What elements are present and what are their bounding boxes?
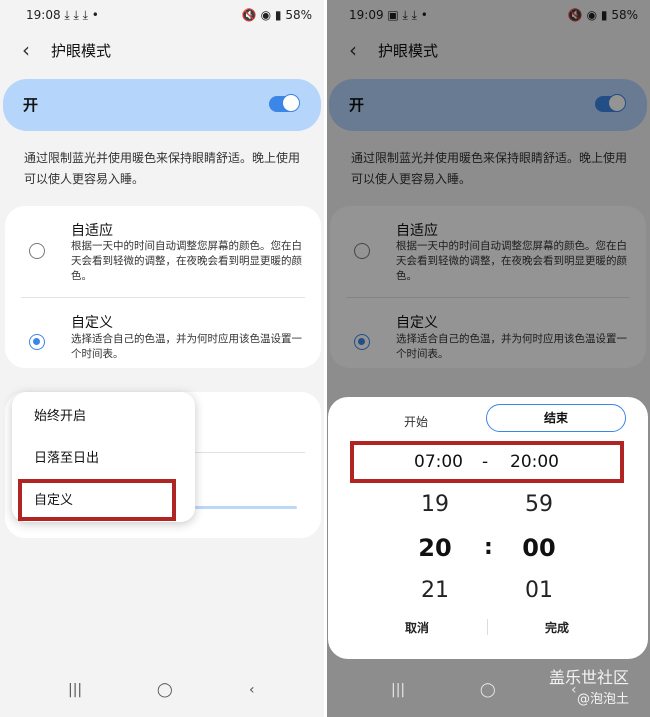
option-custom[interactable]: 自定义 选择适合自己的色温，并为何时应用该色温设置一个时间表。 [5, 298, 321, 368]
navigation-bar: ||| ◯ ‹ [0, 682, 324, 702]
minute-wheel-next[interactable]: 01 [509, 578, 569, 603]
status-bar: 19:08 ⤓ ⤓ ⤓ • 🔇 ◉ ▮ 58% [0, 8, 324, 28]
right-screen: 19:09 ▣ ⤓ ⤓ • 🔇 ◉ ▮ 58% ‹ 护眼模式 开 通过限制蓝光并… [327, 0, 650, 717]
toggle-label: 开 [23, 96, 39, 114]
watermark-author: @泡泡土 [577, 692, 630, 707]
minute-wheel-selected[interactable]: 00 [509, 534, 569, 562]
hour-wheel-prev[interactable]: 19 [405, 492, 465, 517]
eye-comfort-toggle-card[interactable]: 开 [3, 79, 321, 131]
watermark-community: 盖乐世社区 [549, 668, 630, 687]
mode-options-card: 自适应 根据一天中的时间自动调整您屏幕的颜色。您在白天会看到轻微的调整，在夜晚会… [5, 206, 321, 368]
back-icon[interactable]: ‹ [249, 682, 255, 698]
highlight-box [350, 441, 624, 483]
hour-wheel-next[interactable]: 21 [405, 578, 465, 603]
tab-start-time[interactable]: 开始 [404, 413, 428, 430]
custom-radio[interactable] [29, 334, 45, 350]
page-header: ‹ 护眼模式 [0, 38, 324, 62]
eye-comfort-switch[interactable] [269, 94, 300, 112]
done-button[interactable]: 完成 [545, 619, 569, 636]
time-colon: : [484, 535, 493, 560]
recent-apps-icon[interactable]: ||| [391, 682, 405, 698]
switch-knob [282, 94, 300, 112]
adaptive-radio[interactable] [29, 243, 45, 259]
option-title: 自适应 [71, 223, 113, 239]
page-title: 护眼模式 [51, 42, 112, 60]
home-icon[interactable]: ◯ [480, 682, 496, 698]
cancel-button[interactable]: 取消 [405, 619, 429, 636]
divider [195, 452, 305, 453]
feature-description: 通过限制蓝光并使用暖色来保持眼睛舒适。晚上使用可以使人更容易入睡。 [24, 151, 301, 186]
status-time: 19:08 ⤓ ⤓ ⤓ • [26, 8, 99, 22]
back-arrow-icon[interactable]: ‹ [22, 38, 30, 62]
status-icons: 🔇 ◉ ▮ 58% [241, 8, 312, 22]
hour-wheel-selected[interactable]: 20 [405, 534, 465, 562]
menu-item-always-on[interactable]: 始终开启 [34, 405, 86, 424]
left-screen: 19:08 ⤓ ⤓ ⤓ • 🔇 ◉ ▮ 58% ‹ 护眼模式 开 通过限制蓝光并… [0, 0, 324, 717]
time-picker-sheet: 开始 结束 07:00 - 20:00 19 20 21 : 59 00 01 … [328, 397, 648, 659]
home-icon[interactable]: ◯ [157, 682, 173, 698]
color-temperature-slider[interactable] [195, 506, 297, 509]
minute-wheel-prev[interactable]: 59 [509, 492, 569, 517]
recent-apps-icon[interactable]: ||| [68, 682, 82, 698]
tab-end-label: 结束 [543, 411, 568, 425]
screenshot-comparison: 19:08 ⤓ ⤓ ⤓ • 🔇 ◉ ▮ 58% ‹ 护眼模式 开 通过限制蓝光并… [0, 0, 650, 717]
menu-item-sunset-to-sunrise[interactable]: 日落至日出 [34, 447, 99, 466]
option-adaptive[interactable]: 自适应 根据一天中的时间自动调整您屏幕的颜色。您在白天会看到轻微的调整，在夜晚会… [5, 206, 321, 297]
button-separator [487, 619, 488, 635]
option-title: 自定义 [71, 315, 113, 331]
tab-end-time[interactable]: 结束 [486, 404, 626, 432]
option-subtitle: 根据一天中的时间自动调整您屏幕的颜色。您在白天会看到轻微的调整，在夜晚会看到明显… [71, 240, 302, 282]
highlight-box [18, 479, 176, 521]
option-subtitle: 选择适合自己的色温，并为何时应用该色温设置一个时间表。 [71, 333, 302, 360]
